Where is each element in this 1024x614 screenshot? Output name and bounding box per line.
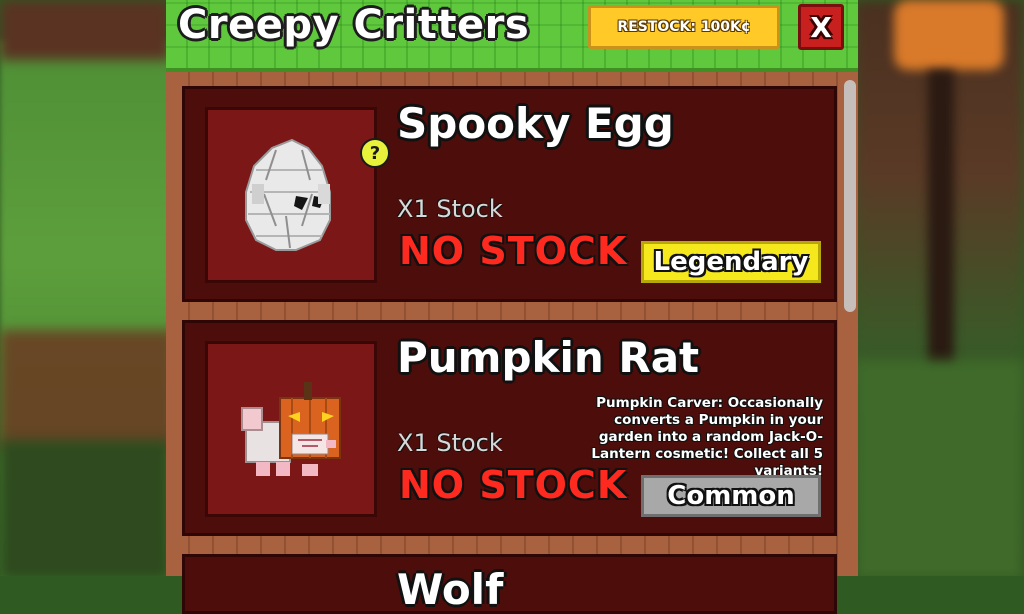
scrollbar[interactable] bbox=[844, 80, 856, 312]
item-thumbnail bbox=[205, 341, 377, 517]
item-stock-count: X1 Stock bbox=[397, 195, 503, 223]
item-stock-status: NO STOCK bbox=[399, 229, 628, 273]
close-button[interactable]: X bbox=[798, 4, 844, 50]
item-name: Spooky Egg bbox=[397, 99, 674, 148]
rarity-badge: Common bbox=[641, 475, 821, 517]
shop-item-pumpkin-rat[interactable]: Pumpkin Rat Pumpkin Carver: Occasionally… bbox=[182, 320, 837, 536]
restock-button[interactable]: RESTOCK: 100K¢ bbox=[588, 5, 780, 49]
item-thumbnail: ? bbox=[205, 107, 390, 283]
rarity-badge: Legendary bbox=[641, 241, 821, 283]
item-stock-count: X1 Stock bbox=[397, 429, 503, 457]
help-button[interactable]: ? bbox=[360, 138, 390, 168]
item-stock-status: NO STOCK bbox=[399, 463, 628, 507]
item-name: Wolf bbox=[397, 565, 504, 614]
shop-panel: Creepy Critters RESTOCK: 100K¢ X ? Spook… bbox=[166, 0, 858, 614]
shop-header: Creepy Critters RESTOCK: 100K¢ X bbox=[166, 0, 858, 72]
shop-item-wolf[interactable]: Wolf bbox=[182, 554, 837, 614]
pumpkin-rat-icon bbox=[241, 382, 341, 476]
shop-title: Creepy Critters bbox=[178, 2, 530, 48]
item-name: Pumpkin Rat bbox=[397, 333, 700, 382]
shop-item-spooky-egg[interactable]: ? Spooky Egg X1 Stock NO STOCK Legendary bbox=[182, 86, 837, 302]
spooky-egg-icon bbox=[245, 138, 331, 251]
